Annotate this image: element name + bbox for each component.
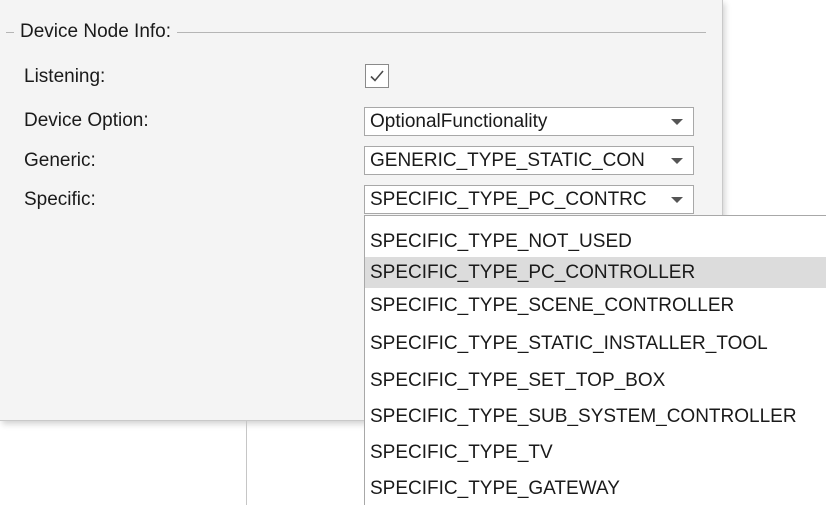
- specific-dropdown-list[interactable]: SPECIFIC_TYPE_NOT_USED SPECIFIC_TYPE_PC_…: [364, 215, 826, 505]
- dropdown-item-selected[interactable]: SPECIFIC_TYPE_PC_CONTROLLER: [365, 257, 826, 288]
- chevron-down-icon[interactable]: [671, 119, 683, 125]
- device-option-combobox[interactable]: OptionalFunctionality: [364, 107, 694, 136]
- specific-value: SPECIFIC_TYPE_PC_CONTRC: [370, 189, 647, 210]
- listening-checkbox[interactable]: [365, 64, 389, 88]
- specific-label: Specific:: [24, 189, 96, 210]
- listening-label: Listening:: [24, 66, 106, 87]
- dropdown-item[interactable]: SPECIFIC_TYPE_SCENE_CONTROLLER: [365, 290, 826, 321]
- chevron-down-icon[interactable]: [671, 197, 683, 203]
- dropdown-item[interactable]: SPECIFIC_TYPE_STATIC_INSTALLER_TOOL: [365, 328, 826, 359]
- generic-label: Generic:: [24, 150, 96, 171]
- dropdown-item[interactable]: SPECIFIC_TYPE_SET_TOP_BOX: [365, 365, 826, 396]
- dropdown-item[interactable]: SPECIFIC_TYPE_SUB_SYSTEM_CONTROLLER: [365, 401, 826, 432]
- check-icon: [370, 70, 384, 82]
- dropdown-item[interactable]: SPECIFIC_TYPE_NOT_USED: [365, 226, 826, 257]
- generic-value: GENERIC_TYPE_STATIC_CON: [370, 150, 645, 171]
- generic-combobox[interactable]: GENERIC_TYPE_STATIC_CON: [364, 146, 694, 175]
- specific-combobox[interactable]: SPECIFIC_TYPE_PC_CONTRC: [364, 185, 694, 214]
- device-option-value: OptionalFunctionality: [370, 111, 548, 132]
- chevron-down-icon[interactable]: [671, 158, 683, 164]
- device-option-label: Device Option:: [24, 110, 149, 131]
- dropdown-item[interactable]: SPECIFIC_TYPE_GATEWAY: [365, 473, 826, 504]
- groupbox-title: Device Node Info:: [14, 20, 178, 44]
- background-divider: [246, 421, 247, 505]
- dropdown-item[interactable]: SPECIFIC_TYPE_TV: [365, 437, 826, 468]
